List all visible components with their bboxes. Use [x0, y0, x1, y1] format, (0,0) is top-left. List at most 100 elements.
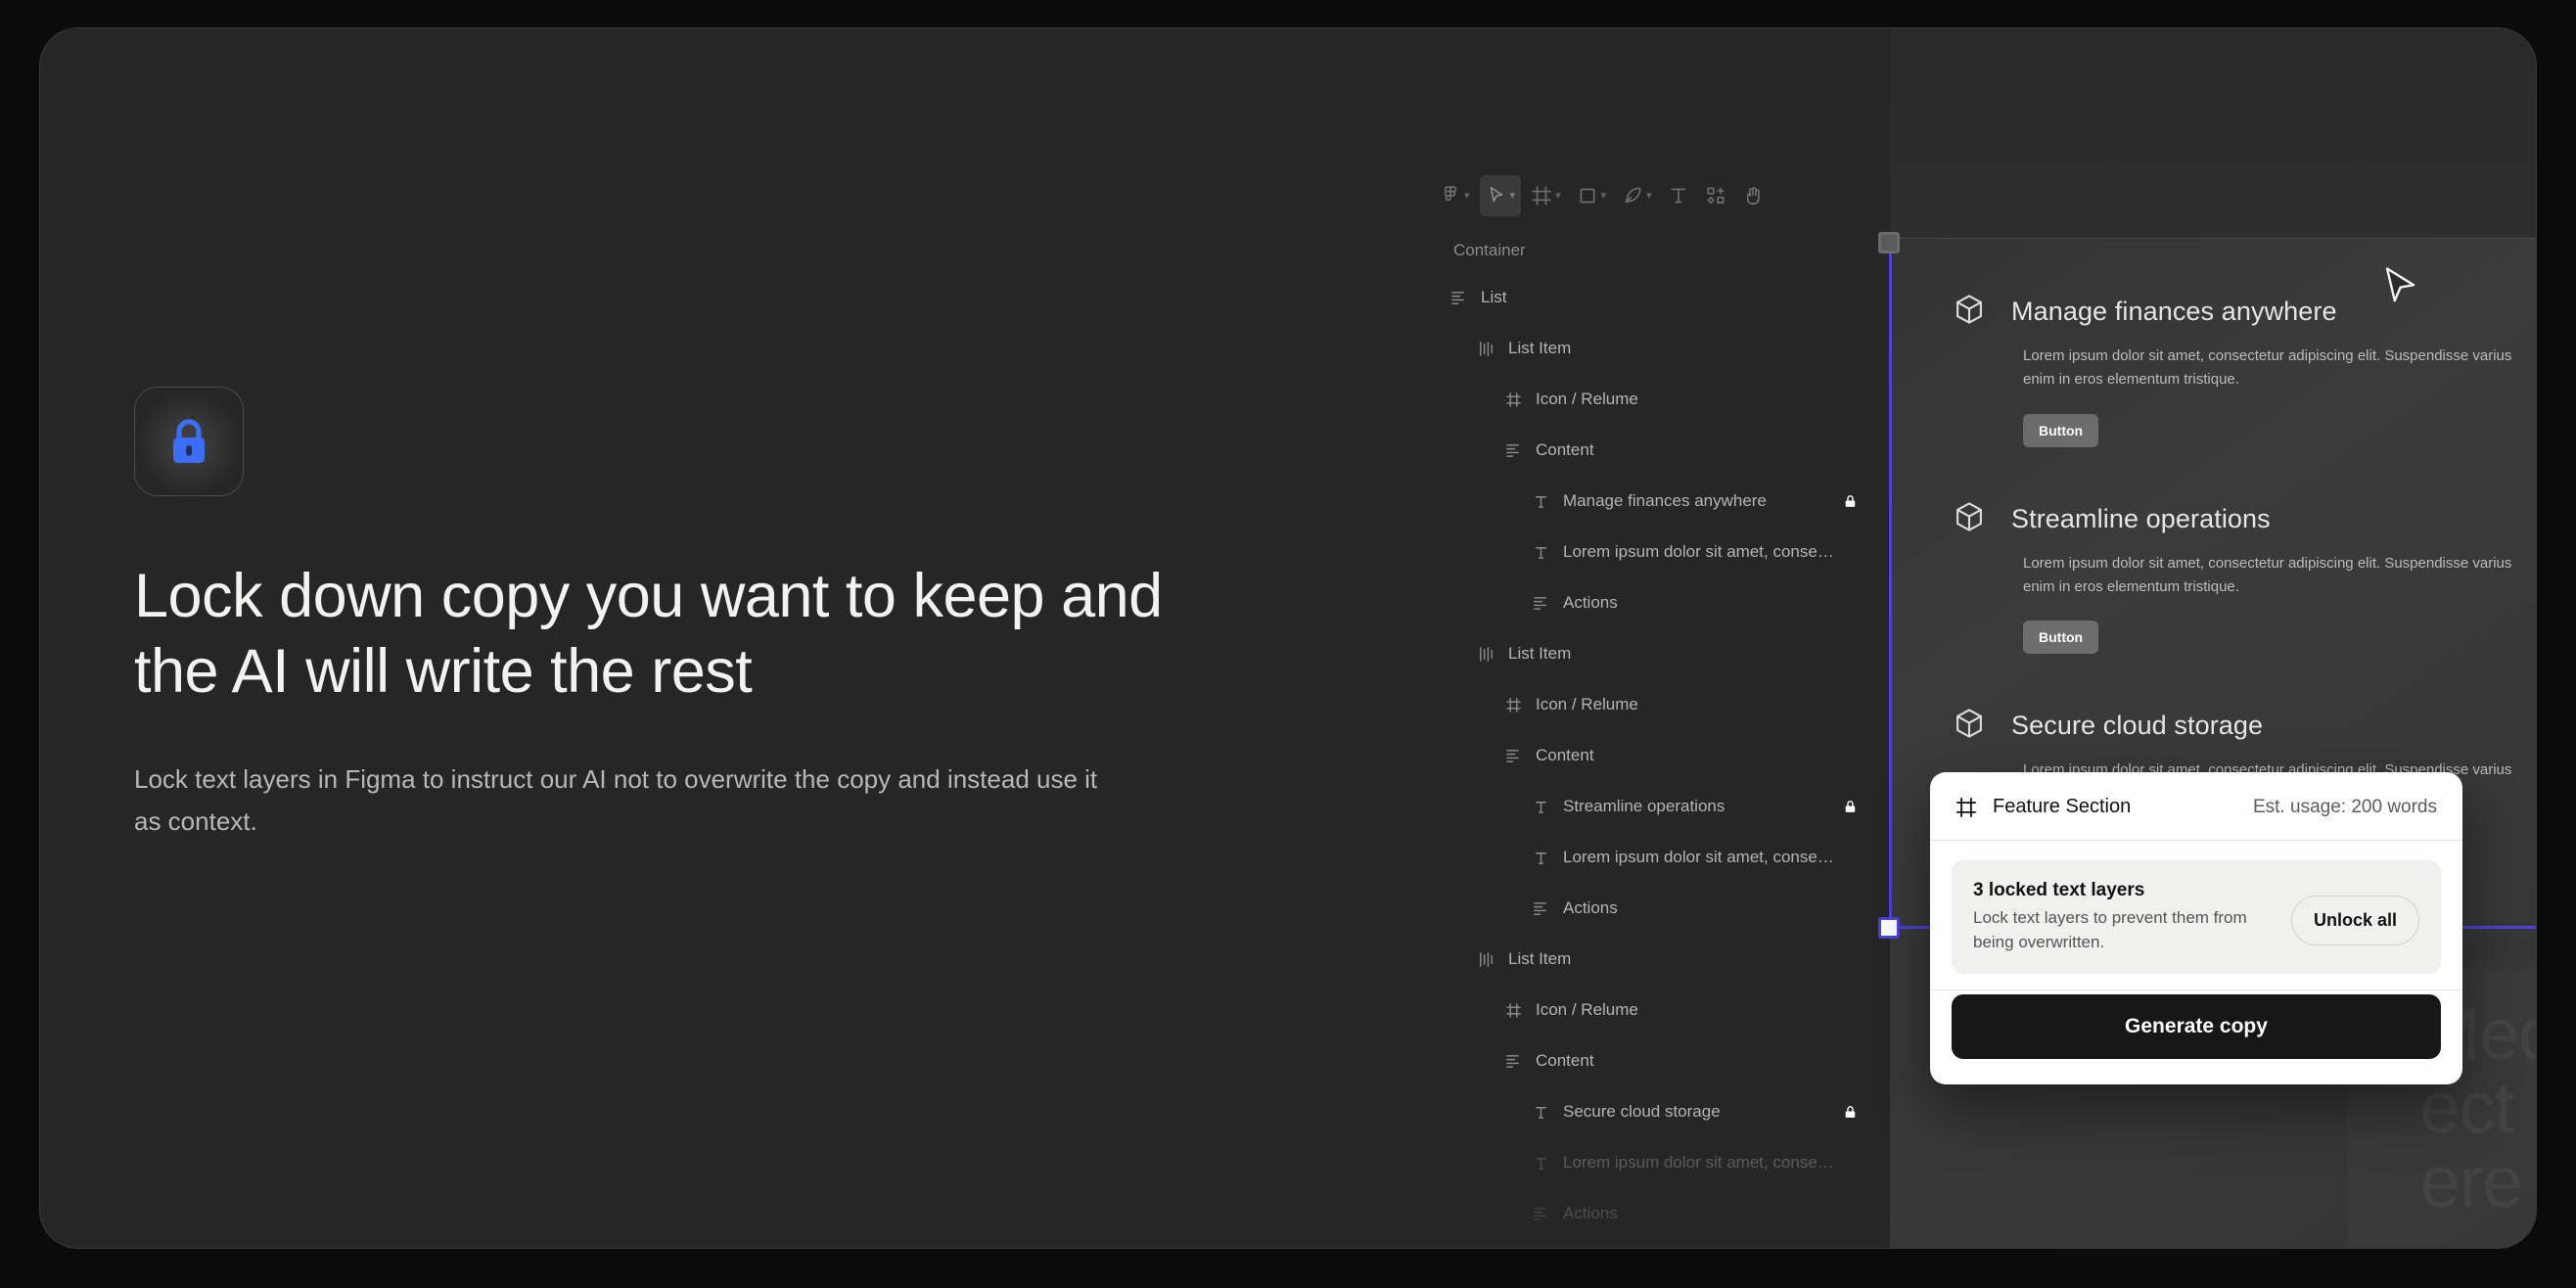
text-icon: [1528, 1154, 1553, 1173]
unlock-all-button[interactable]: Unlock all: [2290, 896, 2419, 945]
toolbar-rectangle-tool[interactable]: ▾: [1571, 175, 1613, 216]
popup-title: Feature Section: [1993, 796, 2132, 817]
layer-label: List: [1481, 288, 1507, 306]
figma-toolbar: ▾ ▾ ▾ ▾ ▾: [1434, 175, 1770, 216]
text-icon: [1528, 492, 1553, 511]
layer-row[interactable]: Lorem ipsum dolor sit amet, conse…: [1410, 1137, 1890, 1188]
cube-icon: [1953, 707, 1986, 745]
notice-description: Lock text layers to prevent them from be…: [1973, 908, 2247, 951]
lock-icon[interactable]: [1842, 799, 1859, 815]
text-icon: [1528, 849, 1553, 867]
layer-row[interactable]: Manage finances anywhere: [1410, 476, 1890, 527]
toolbar-figma-logo[interactable]: ▾: [1434, 175, 1476, 216]
autolayout-icon: [1500, 1052, 1526, 1071]
toolbar-text-tool[interactable]: [1662, 175, 1695, 216]
feature-heading-row: Streamline operations: [1953, 500, 2536, 538]
figma-layers-panel: Container List List Item Icon / Relume Conte…: [1410, 229, 1890, 1248]
layer-label: Manage finances anywhere: [1563, 491, 1767, 510]
page-subtitle: Lock text layers in Figma to instruct ou…: [134, 763, 1098, 836]
chevron-down-icon[interactable]: ▾: [1464, 190, 1470, 202]
toolbar-move-tool[interactable]: ▾: [1479, 175, 1522, 216]
figma-logo-icon: [1440, 185, 1461, 207]
layer-row[interactable]: Secure cloud storage: [1410, 1086, 1890, 1137]
component-icon: [1500, 696, 1526, 714]
layer-label: Content: [1536, 1051, 1594, 1070]
layer-label: Actions: [1563, 593, 1618, 612]
layer-label: Actions: [1563, 1204, 1618, 1222]
layer-row[interactable]: Placeholder Image: [1410, 1239, 1890, 1248]
layer-label: Container: [1453, 241, 1526, 259]
layer-row[interactable]: Icon / Relume: [1410, 985, 1890, 1035]
component-icon: [1500, 1001, 1526, 1020]
layer-label: Lorem ipsum dolor sit amet, conse…: [1563, 848, 1834, 866]
layer-row[interactable]: Actions: [1410, 1188, 1890, 1239]
text-icon: [1528, 1103, 1553, 1122]
feature-button[interactable]: Button: [2023, 621, 2099, 655]
selection-handle-bottom[interactable]: [1878, 917, 1900, 939]
layer-label: List Item: [1508, 644, 1572, 663]
hand-tool-icon: [1742, 185, 1764, 207]
feature-heading-row: Manage finances anywhere: [1953, 293, 2536, 331]
feature-item: Manage finances anywhere Lorem ipsum dol…: [1953, 293, 2536, 447]
popup-usage-estimate: Est. usage: 200 words: [2253, 796, 2437, 817]
layer-row[interactable]: Actions: [1410, 577, 1890, 628]
autolayout-horizontal-icon: [1473, 340, 1498, 358]
feature-title: Streamline operations: [2011, 503, 2271, 533]
toolbar-frame-tool[interactable]: ▾: [1525, 175, 1567, 216]
feature-button[interactable]: Button: [2023, 413, 2099, 447]
feature-item: Streamline operations Lorem ipsum dolor …: [1953, 500, 2536, 655]
ghost-line-3: ere: [2419, 1140, 2523, 1222]
generate-copy-button[interactable]: Generate copy: [1952, 994, 2441, 1060]
feature-description: Lorem ipsum dolor sit amet, consectetur …: [2023, 347, 2512, 389]
lock-icon: [165, 416, 212, 467]
layer-row[interactable]: List Item: [1410, 323, 1890, 374]
lock-icon[interactable]: [1842, 1104, 1859, 1121]
layer-row[interactable]: Lorem ipsum dolor sit amet, conse…: [1410, 832, 1890, 883]
autolayout-icon: [1500, 747, 1526, 765]
layer-row[interactable]: Content: [1410, 730, 1890, 781]
locked-layers-notice: 3 locked text layers Lock text layers to…: [1952, 860, 2441, 975]
layer-row[interactable]: Container: [1410, 229, 1890, 272]
chevron-down-icon[interactable]: ▾: [1510, 190, 1516, 202]
toolbar-components[interactable]: [1699, 175, 1732, 216]
layer-row[interactable]: Icon / Relume: [1410, 679, 1890, 730]
layer-label: Secure cloud storage: [1563, 1102, 1721, 1121]
autolayout-icon: [1528, 594, 1553, 613]
cube-icon: [1953, 500, 1986, 538]
layer-label: Lorem ipsum dolor sit amet, conse…: [1563, 542, 1834, 561]
generate-copy-popup: Feature Section Est. usage: 200 words 3 …: [1930, 772, 2462, 1085]
layer-label: Icon / Relume: [1536, 1000, 1638, 1019]
layer-row[interactable]: Content: [1410, 1035, 1890, 1086]
layer-label: List Item: [1508, 949, 1572, 968]
feature-title: Manage finances anywhere: [2011, 297, 2337, 326]
lock-icon[interactable]: [1842, 493, 1859, 510]
notice-text-block: 3 locked text layers Lock text layers to…: [1973, 880, 2276, 954]
layer-row[interactable]: List: [1410, 272, 1890, 323]
screenshot-root: Lock down copy you want to keep and the …: [0, 0, 2576, 1288]
text-tool-icon: [1668, 185, 1689, 207]
layer-row[interactable]: Icon / Relume: [1410, 374, 1890, 425]
toolbar-pen-tool[interactable]: ▾: [1616, 175, 1658, 216]
popup-header: Feature Section Est. usage: 200 words: [1930, 772, 2462, 841]
chevron-down-icon[interactable]: ▾: [1555, 190, 1561, 202]
layer-label: Icon / Relume: [1536, 390, 1638, 408]
selection-handle-top[interactable]: [1878, 232, 1900, 253]
autolayout-icon: [1528, 1205, 1553, 1223]
component-icon: [1500, 391, 1526, 409]
autolayout-icon: [1528, 899, 1553, 918]
autolayout-horizontal-icon: [1473, 950, 1498, 969]
text-icon: [1528, 543, 1553, 562]
autolayout-icon: [1500, 441, 1526, 460]
layer-row[interactable]: List Item: [1410, 628, 1890, 679]
layer-row[interactable]: Streamline operations: [1410, 781, 1890, 832]
layer-row[interactable]: Lorem ipsum dolor sit amet, conse…: [1410, 527, 1890, 577]
layer-row[interactable]: Content: [1410, 425, 1890, 476]
layer-row[interactable]: List Item: [1410, 934, 1890, 985]
chevron-down-icon[interactable]: ▾: [1646, 190, 1652, 202]
toolbar-hand-tool[interactable]: [1736, 175, 1770, 216]
layer-row[interactable]: Actions: [1410, 883, 1890, 934]
popup-body: 3 locked text layers Lock text layers to…: [1930, 841, 2462, 989]
popup-footer: Generate copy: [1930, 990, 2462, 1084]
chevron-down-icon[interactable]: ▾: [1601, 190, 1607, 202]
layer-label: Content: [1536, 746, 1594, 764]
